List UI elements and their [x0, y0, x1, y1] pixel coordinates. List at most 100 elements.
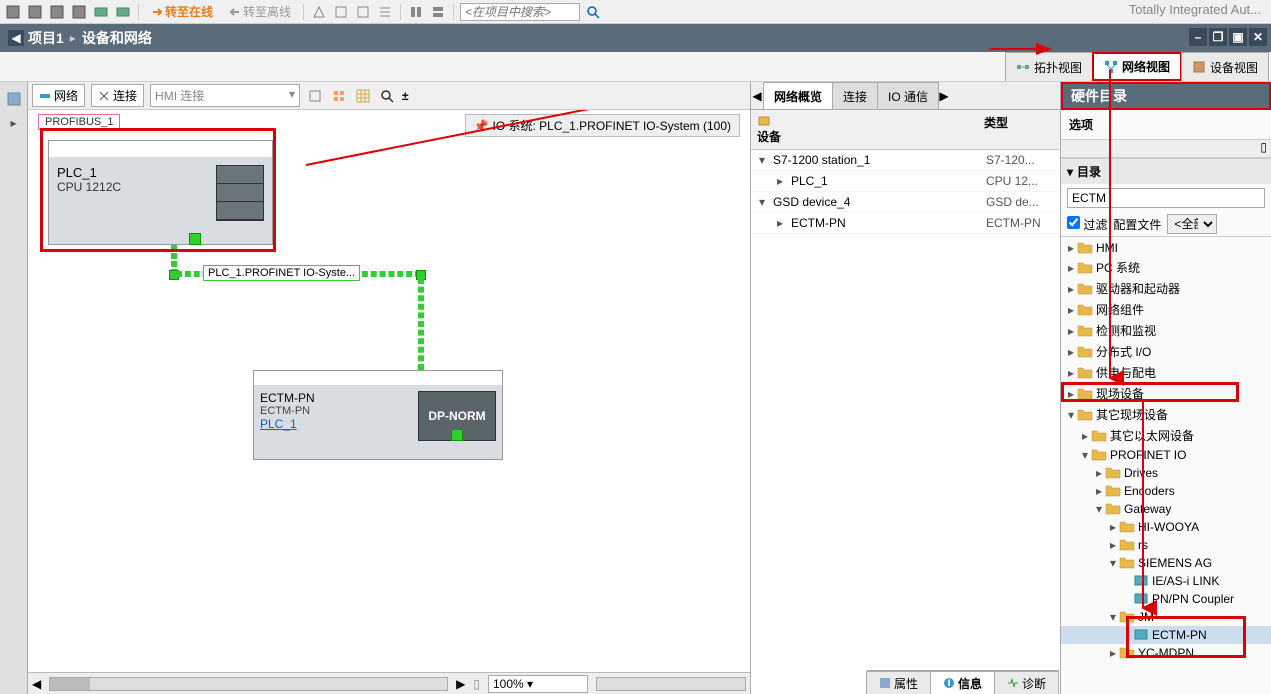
tab-properties[interactable]: 属性 — [866, 671, 931, 694]
tb-icon-11[interactable] — [407, 3, 425, 21]
tb-icon-1[interactable] — [4, 3, 22, 21]
hmi-dropdown[interactable]: HMI 连接▾ — [150, 84, 300, 107]
catalog-node[interactable]: ▸驱动器和起动器 — [1061, 278, 1271, 299]
catalog-node[interactable]: ▾Gateway — [1061, 500, 1271, 518]
expander[interactable]: ▸ — [1065, 345, 1077, 359]
catalog-node[interactable]: ▸PC 系统 — [1061, 257, 1271, 278]
catalog-collapse-icon[interactable]: ▯ — [1260, 140, 1267, 157]
go-offline-button[interactable]: 转至离线 — [223, 1, 297, 22]
catalog-node[interactable]: ▸rs — [1061, 536, 1271, 554]
tab-overview[interactable]: 网络概览 — [763, 82, 833, 109]
maximize-button[interactable]: ▣ — [1229, 28, 1247, 46]
zoom-slider[interactable] — [596, 677, 746, 691]
expander[interactable]: ▸ — [1065, 303, 1077, 317]
network-button[interactable]: 网络 — [32, 84, 85, 107]
io-system-label[interactable]: 📌 IO 系统: PLC_1.PROFINET IO-System (100) — [465, 114, 740, 137]
expander[interactable]: ▾ — [1093, 502, 1105, 516]
expander[interactable]: ▸ — [1065, 261, 1077, 275]
tab-topology[interactable]: 拓扑视图 — [1005, 52, 1093, 81]
filter-checkbox[interactable]: 过滤 — [1067, 216, 1107, 233]
tb-icon-10[interactable] — [376, 3, 394, 21]
hscroll-track[interactable] — [49, 677, 448, 691]
tb-icon-9[interactable] — [354, 3, 372, 21]
scroll-split[interactable]: ▯ — [473, 677, 480, 691]
ct-icon-2[interactable] — [330, 87, 348, 105]
expander[interactable]: ▾ — [759, 195, 769, 209]
catalog-node[interactable]: ▾SIEMENS AG — [1061, 554, 1271, 572]
overview-row[interactable]: ▸PLC_1CPU 12... — [751, 171, 1060, 192]
zoom-dropdown-arrow[interactable]: ± — [402, 89, 409, 103]
expander[interactable]: ▾ — [759, 153, 769, 167]
connect-button[interactable]: 连接 — [91, 84, 144, 107]
ectm-link[interactable]: PLC_1 — [260, 417, 418, 431]
tab-scroll-right[interactable]: ▶ — [938, 82, 950, 109]
tab-network[interactable]: 网络视图 — [1092, 52, 1182, 81]
expander[interactable]: ▾ — [1107, 556, 1119, 570]
catalog-node[interactable]: ▸Drives — [1061, 464, 1271, 482]
tb-icon-3[interactable] — [48, 3, 66, 21]
catalog-node[interactable]: ▸检测和监视 — [1061, 320, 1271, 341]
network-canvas[interactable]: PROFIBUS_1 📌 IO 系统: PLC_1.PROFINET IO-Sy… — [28, 110, 750, 672]
catalog-node[interactable]: ECTM-PN — [1061, 626, 1271, 644]
catalog-node[interactable]: IE/AS-i LINK — [1061, 572, 1271, 590]
catalog-node[interactable]: ▸分布式 I/O — [1061, 341, 1271, 362]
catalog-node[interactable]: ▾PROFINET IO — [1061, 446, 1271, 464]
catalog-node[interactable]: ▸HI-WOOYA — [1061, 518, 1271, 536]
expander[interactable]: ▾ — [1065, 408, 1077, 422]
profile-select[interactable]: <全部> — [1167, 214, 1217, 234]
plc-device-block[interactable]: PLC_1 CPU 1212C — [48, 140, 273, 245]
expander[interactable]: ▸ — [1093, 484, 1105, 498]
expander[interactable]: ▸ — [1065, 387, 1077, 401]
catalog-node[interactable]: ▸网络组件 — [1061, 299, 1271, 320]
close-button[interactable]: ✕ — [1249, 28, 1267, 46]
plc-port[interactable] — [189, 233, 201, 245]
hscroll-thumb[interactable] — [50, 678, 90, 690]
ectm-device-block[interactable]: ECTM-PN ECTM-PN PLC_1 DP-NORM — [253, 370, 503, 460]
catalog-node[interactable]: PN/PN Coupler — [1061, 590, 1271, 608]
catalog-options[interactable]: 选项 — [1061, 110, 1271, 140]
search-icon[interactable] — [584, 3, 602, 21]
catalog-node[interactable]: ▸其它以太网设备 — [1061, 425, 1271, 446]
tb-icon-2[interactable] — [26, 3, 44, 21]
tb-icon-12[interactable] — [429, 3, 447, 21]
ct-icon-3[interactable] — [354, 87, 372, 105]
tb-icon-8[interactable] — [332, 3, 350, 21]
minimize-button[interactable]: – — [1189, 28, 1207, 46]
tab-diagnostics[interactable]: 诊断 — [994, 671, 1059, 694]
zoom-select[interactable]: 100% ▾ — [488, 675, 588, 693]
expander[interactable]: ▸ — [1107, 646, 1119, 660]
expander[interactable]: ▸ — [1107, 520, 1119, 534]
expander[interactable]: ▸ — [1107, 538, 1119, 552]
ectm-port[interactable] — [451, 429, 463, 441]
sidebar-icon-1[interactable] — [5, 90, 23, 108]
expander[interactable]: ▸ — [1065, 282, 1077, 296]
breadcrumb-project[interactable]: 项目1 — [28, 28, 64, 48]
expander[interactable]: ▸ — [1065, 241, 1077, 255]
catalog-node[interactable]: ▸供电与配电 — [1061, 362, 1271, 383]
scroll-right[interactable]: ▶ — [456, 677, 465, 691]
sidebar-expand[interactable]: ▸ — [10, 116, 16, 130]
expander[interactable]: ▸ — [1093, 466, 1105, 480]
overview-row[interactable]: ▾GSD device_4GSD de... — [751, 192, 1060, 213]
catalog-search-input[interactable] — [1067, 188, 1265, 208]
tab-info[interactable]: i信息 — [930, 671, 995, 694]
tab-connections[interactable]: 连接 — [832, 82, 878, 109]
tb-icon-7[interactable] — [310, 3, 328, 21]
tb-icon-6[interactable] — [114, 3, 132, 21]
tab-io-comm[interactable]: IO 通信 — [877, 82, 939, 109]
catalog-section-head[interactable]: ▾ 目录 — [1061, 159, 1271, 184]
expander[interactable]: ▸ — [777, 174, 787, 188]
go-online-button[interactable]: 转至在线 — [145, 1, 219, 22]
project-search-input[interactable] — [460, 3, 580, 21]
tb-icon-4[interactable] — [70, 3, 88, 21]
catalog-node[interactable]: ▾其它现场设备 — [1061, 404, 1271, 425]
expander[interactable]: ▸ — [1079, 429, 1091, 443]
breadcrumb-back[interactable]: ◀ — [8, 30, 24, 46]
catalog-node[interactable]: ▸Encoders — [1061, 482, 1271, 500]
tab-device[interactable]: 设备视图 — [1181, 52, 1269, 81]
catalog-node[interactable]: ▸YC-MDPN — [1061, 644, 1271, 662]
scroll-left[interactable]: ◀ — [32, 677, 41, 691]
expander[interactable]: ▸ — [1065, 324, 1077, 338]
ct-icon-1[interactable] — [306, 87, 324, 105]
expander[interactable]: ▾ — [1107, 610, 1119, 624]
